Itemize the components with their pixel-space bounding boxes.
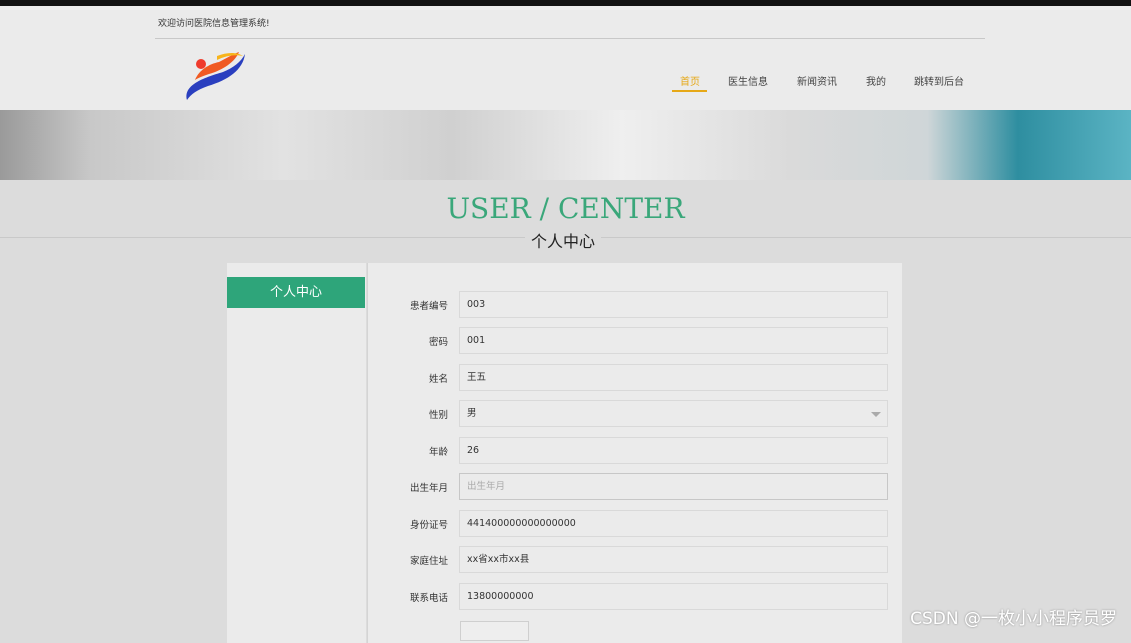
gender-select[interactable]: 男 — [459, 400, 888, 427]
hospital-logo[interactable] — [183, 50, 247, 102]
nav-admin[interactable]: 跳转到后台 — [914, 73, 964, 88]
nav-mine[interactable]: 我的 — [866, 73, 886, 88]
nav-news[interactable]: 新闻资讯 — [797, 73, 837, 88]
form-row-name: 姓名 王五 — [368, 364, 903, 391]
address-input[interactable]: xx省xx市xx县 — [459, 546, 888, 573]
gender-value: 男 — [467, 408, 477, 419]
field-label: 患者编号 — [409, 301, 448, 312]
id-card-input[interactable]: 441400000000000000 — [459, 510, 888, 537]
field-label: 出生年月 — [409, 483, 448, 494]
sidebar-item-user-center[interactable]: 个人中心 — [227, 277, 365, 308]
nav-doctor-info[interactable]: 医生信息 — [728, 73, 768, 88]
field-label: 年龄 — [428, 447, 448, 458]
field-label: 联系电话 — [409, 593, 448, 604]
header-divider — [155, 38, 985, 39]
page-title-en: USER / CENTER — [446, 192, 685, 225]
nav-active-indicator — [672, 90, 707, 92]
phone-input[interactable]: 13800000000 — [459, 583, 888, 610]
field-label: 身份证号 — [409, 520, 448, 531]
chevron-down-icon — [871, 412, 881, 417]
form-row-address: 家庭住址 xx省xx市xx县 — [368, 546, 903, 573]
form-row-patient-id: 患者编号 003 — [368, 291, 903, 318]
avatar-image-broken[interactable] — [460, 621, 529, 641]
age-input[interactable]: 26 — [459, 437, 888, 464]
field-label: 性别 — [428, 410, 448, 421]
banner-image — [0, 110, 1131, 180]
form-row-password: 密码 001 — [368, 327, 903, 354]
name-input[interactable]: 王五 — [459, 364, 888, 391]
page-title-cn: 个人中心 — [525, 228, 602, 252]
patient-id-input[interactable]: 003 — [459, 291, 888, 318]
welcome-text: 欢迎访问医院信息管理系统! — [158, 19, 270, 29]
field-label: 家庭住址 — [409, 556, 448, 567]
form-row-birth: 出生年月 出生年月 — [368, 473, 903, 500]
form-row-id-card: 身份证号 441400000000000000 — [368, 510, 903, 537]
birth-date-input[interactable]: 出生年月 — [459, 473, 888, 500]
form-row-age: 年龄 26 — [368, 437, 903, 464]
nav-home[interactable]: 首页 — [680, 73, 700, 88]
form-row-gender: 性别 男 — [368, 400, 903, 427]
watermark: CSDN @一枚小小程序员罗 — [910, 609, 1117, 629]
user-form: 患者编号 003 密码 001 姓名 王五 性别 男 年龄 26 出生年月 出生年月 身份证… — [367, 263, 902, 643]
form-row-phone: 联系电话 13800000000 — [368, 583, 903, 610]
sidebar: 个人中心 — [227, 263, 366, 643]
field-label: 密码 — [428, 337, 448, 348]
site-header: 欢迎访问医院信息管理系统! 首页 医生信息 新闻资讯 我的 跳转到后台 — [0, 6, 1131, 110]
password-input[interactable]: 001 — [459, 327, 888, 354]
field-label: 姓名 — [428, 374, 448, 385]
